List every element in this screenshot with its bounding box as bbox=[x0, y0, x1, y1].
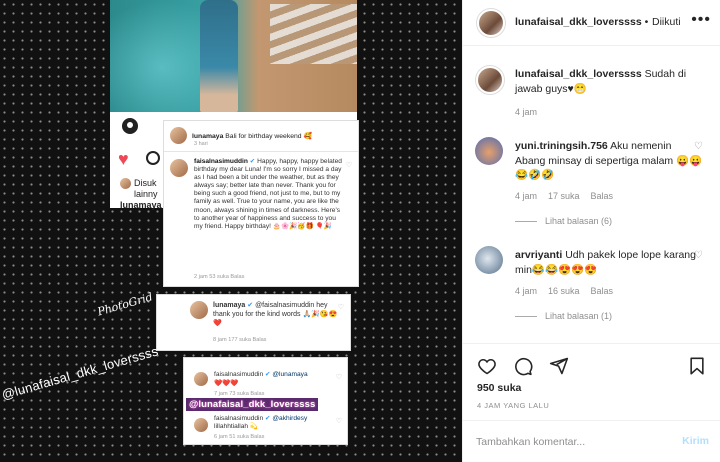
share-send-icon[interactable] bbox=[549, 356, 569, 376]
heart-outline-icon: ♡ bbox=[345, 162, 352, 169]
liked-by-text-2: lainny bbox=[134, 189, 158, 199]
view-replies-button[interactable]: Lihat balasan (1) bbox=[515, 311, 612, 321]
liked-by-text: Disuk bbox=[134, 178, 157, 188]
post-timestamp[interactable]: 4 JAM YANG LALU bbox=[477, 401, 549, 410]
like-count[interactable]: 950 suka bbox=[477, 382, 521, 394]
comment-likes[interactable]: 17 suka bbox=[548, 191, 580, 201]
comment-username: lunamaya bbox=[213, 302, 246, 309]
comment-input[interactable] bbox=[476, 431, 666, 453]
reply-button[interactable]: Balas bbox=[591, 286, 614, 296]
bookmark-icon[interactable] bbox=[687, 356, 707, 376]
caption-username: lunamaya bbox=[120, 200, 162, 210]
add-comment-bar: Kirim bbox=[463, 420, 720, 462]
pool-photo bbox=[110, 0, 357, 112]
verified-badge-icon: ✔ bbox=[264, 371, 271, 378]
comment-username: faisalnasimuddin bbox=[214, 371, 264, 378]
separator-dot: • bbox=[644, 16, 649, 28]
heart-outline-icon[interactable]: ♡ bbox=[694, 141, 703, 152]
heart-outline-icon[interactable]: ♡ bbox=[694, 250, 703, 261]
heart-outline-icon: ♡ bbox=[335, 418, 342, 425]
comment-text: Happy, happy, happy belated birthday my … bbox=[194, 158, 342, 230]
comment-screenshot-3: faisalnasimuddin ✔ @lunamaya ❤️❤️❤️ 7 ja… bbox=[184, 358, 347, 444]
comment-time[interactable]: 4 jam bbox=[515, 191, 537, 201]
author-avatar[interactable] bbox=[476, 8, 506, 38]
list-item: lunafaisal_dkk_loverssss Sudah di jawab … bbox=[475, 65, 715, 125]
comment-screenshot-2: lunamaya ✔ @faisalnasimuddin hey thank y… bbox=[157, 295, 350, 350]
heart-outline-icon: ♡ bbox=[335, 374, 342, 381]
comment-meta: 8 jam 177 suka Balas bbox=[213, 337, 267, 343]
caption-username: lunamaya bbox=[192, 132, 224, 140]
more-horizontal-icon[interactable]: ••• bbox=[691, 11, 711, 29]
comment-emoji: ❤️❤️❤️ bbox=[214, 380, 239, 387]
comment-icon bbox=[146, 151, 160, 165]
comment-username[interactable]: yuni.triningsih.756 bbox=[515, 140, 608, 152]
caption-time: 3 hari bbox=[194, 141, 208, 147]
verified-badge-icon: ✔ bbox=[249, 158, 256, 165]
user-tag-icon bbox=[122, 118, 138, 134]
avatar bbox=[190, 301, 208, 319]
comment-screenshot-1: lunamaya Bali for birthday weekend 🥰 3 h… bbox=[164, 121, 358, 286]
comment-username: faisalnasimuddin bbox=[194, 158, 248, 165]
post-side-panel: lunafaisal_dkk_loverssss • Diikuti ••• l… bbox=[462, 0, 720, 462]
comment-time[interactable]: 4 jam bbox=[515, 107, 537, 117]
avatar bbox=[120, 178, 131, 189]
following-button[interactable]: Diikuti bbox=[652, 16, 681, 28]
verified-badge-icon: ✔ bbox=[264, 415, 271, 422]
heart-outline-icon: ♡ bbox=[337, 304, 344, 311]
avatar bbox=[194, 372, 208, 386]
list-item: yuni.triningsih.756 Aku nemenin Abang mi… bbox=[475, 137, 715, 227]
comment-username[interactable]: lunafaisal_dkk_loverssss bbox=[515, 68, 642, 80]
view-replies-button[interactable]: Lihat balasan (6) bbox=[515, 216, 612, 226]
comment-meta: 6 jam 51 suka Balas bbox=[214, 434, 265, 440]
comment-meta: 2 jam 53 suka Balas bbox=[194, 274, 245, 280]
avatar bbox=[194, 418, 208, 432]
post-image[interactable]: ♥ Disuk lainny lunamaya lunamaya Bali fo… bbox=[0, 0, 462, 462]
post-header: lunafaisal_dkk_loverssss • Diikuti ••• bbox=[463, 0, 720, 46]
avatar bbox=[170, 127, 187, 144]
divider bbox=[164, 151, 358, 152]
caption-text: Bali for birthday weekend 🥰 bbox=[225, 132, 312, 140]
account-stamp: @lunafaisal_dkk_loverssss bbox=[186, 398, 319, 411]
view-replies-label: Lihat balasan (6) bbox=[545, 216, 613, 226]
mention-text: @akhirdesy bbox=[272, 415, 308, 422]
liked-heart-icon: ♥ bbox=[118, 149, 129, 169]
post-actions: 950 suka 4 JAM YANG LALU Kirim bbox=[463, 343, 720, 462]
comment-username[interactable]: arvriyanti bbox=[515, 249, 562, 261]
sunbeds-photo-detail bbox=[270, 4, 357, 64]
comment-username: faisalnasimuddin bbox=[214, 415, 264, 422]
avatar[interactable] bbox=[475, 137, 503, 165]
watermark-text: @lunafaisal_dkk_loverssss bbox=[0, 343, 160, 403]
list-item: arvriyanti Udh pakek lope lope karang mi… bbox=[475, 246, 715, 336]
send-comment-button[interactable]: Kirim bbox=[682, 435, 709, 447]
author-username[interactable]: lunafaisal_dkk_loverssss bbox=[515, 16, 642, 28]
comments-list: lunafaisal_dkk_loverssss Sudah di jawab … bbox=[463, 47, 720, 343]
watermark-credit: PhotoGrid bbox=[96, 290, 155, 319]
like-heart-icon[interactable] bbox=[477, 356, 497, 376]
mention-text: @lunamaya bbox=[272, 371, 308, 378]
avatar bbox=[170, 159, 188, 177]
comment-likes[interactable]: 16 suka bbox=[548, 286, 580, 296]
comment-time[interactable]: 4 jam bbox=[515, 286, 537, 296]
reply-button[interactable]: Balas bbox=[591, 191, 614, 201]
comment-meta: 7 jam 73 suka Balas bbox=[214, 391, 265, 397]
view-replies-label: Lihat balasan (1) bbox=[545, 311, 613, 321]
comment-icon[interactable] bbox=[513, 356, 533, 376]
avatar[interactable] bbox=[475, 65, 505, 95]
comment-text: lillahhtiallah 💫 bbox=[214, 423, 259, 430]
person-photo-detail bbox=[200, 0, 238, 112]
avatar[interactable] bbox=[475, 246, 503, 274]
verified-badge-icon: ✔ bbox=[247, 302, 254, 309]
